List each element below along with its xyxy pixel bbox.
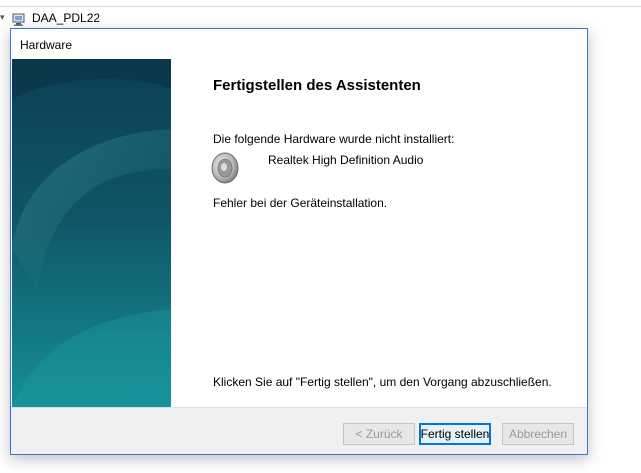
chevron-down-icon[interactable]: ▾ <box>0 12 5 23</box>
back-button[interactable]: < Zurück <box>343 423 415 445</box>
device-name: Realtek High Definition Audio <box>268 153 424 167</box>
tree-item-daa-pdl22[interactable]: ▾ DAA_PDL22 <box>0 10 200 28</box>
wizard-side-banner <box>12 59 171 407</box>
tree-item-label: DAA_PDL22 <box>32 11 101 25</box>
hardware-wizard-dialog: Hardware Fertigstellen des Assistenten D… <box>10 28 588 455</box>
cancel-button[interactable]: Abbrechen <box>502 423 574 445</box>
dialog-titlebar[interactable]: Hardware <box>11 29 587 59</box>
device-entry: Realtek High Definition Audio <box>211 151 571 187</box>
tree-top-border <box>0 0 641 7</box>
dialog-title: Hardware <box>20 38 73 52</box>
wizard-heading: Fertigstellen des Assistenten <box>213 77 421 94</box>
intro-text: Die folgende Hardware wurde nicht instal… <box>213 132 455 146</box>
background-device-tree: ▾ DAA_PDL22 <box>0 0 641 28</box>
speaker-icon <box>211 151 245 188</box>
error-message: Fehler bei der Geräteinstallation. <box>213 196 388 210</box>
finish-instruction: Klicken Sie auf "Fertig stellen", um den… <box>213 375 552 389</box>
screen: ▾ DAA_PDL22 Hardware Fertigstellen des A… <box>0 0 641 473</box>
wizard-content: Fertigstellen des Assistenten Die folgen… <box>171 59 587 407</box>
dialog-button-bar: < Zurück Fertig stellen Abbrechen <box>11 407 587 454</box>
finish-button[interactable]: Fertig stellen <box>419 423 491 445</box>
